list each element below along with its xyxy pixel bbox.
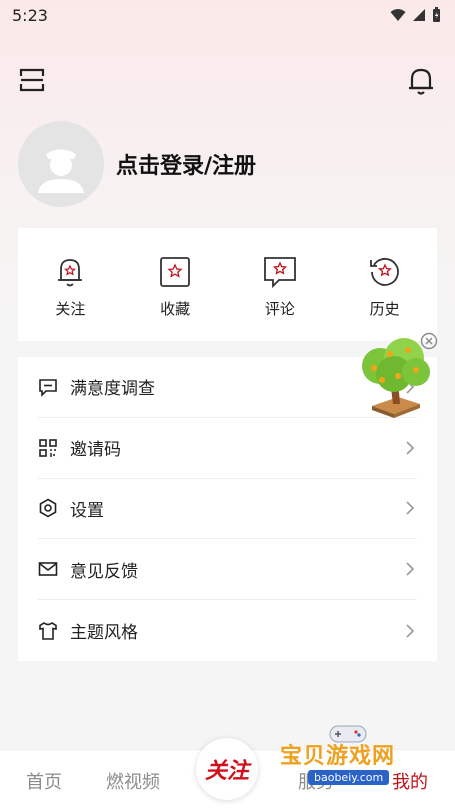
watermark-title: 宝贝游戏网 [280, 744, 396, 769]
menu-label-survey: 满意度调查 [70, 379, 155, 400]
wifi-icon [390, 9, 406, 21]
chevron-right-icon [406, 441, 415, 455]
avatar[interactable] [18, 121, 104, 207]
nav-center-label: 关注 [204, 758, 249, 784]
chevron-right-icon [406, 624, 415, 638]
status-icons [390, 7, 441, 23]
notification-button[interactable] [407, 66, 435, 96]
watermark: 宝贝游戏网 baobeiy.com [280, 722, 430, 802]
profile-header[interactable]: 点击登录/注册 [18, 120, 437, 208]
login-register-link[interactable]: 点击登录/注册 [116, 148, 256, 180]
close-icon [420, 332, 438, 350]
nav-video[interactable]: 燃视频 [106, 768, 160, 794]
scan-icon [19, 68, 45, 92]
menu-label-feedback: 意见反馈 [70, 561, 138, 582]
menu-label-theme: 主题风格 [70, 623, 138, 644]
grid-code-icon [38, 438, 58, 458]
quick-item-history[interactable]: 历史 [332, 228, 437, 341]
survey-chat-icon [38, 377, 58, 397]
bell-badge-icon [52, 254, 88, 290]
status-bar: 5:23 [0, 0, 455, 32]
menu-item-invite-code[interactable]: 邀请码 [38, 418, 417, 479]
nav-center-follow[interactable]: 关注 [196, 738, 258, 800]
bell-icon [409, 68, 433, 95]
menu-item-settings[interactable]: 设置 [38, 479, 417, 540]
menu-label-invite-code: 邀请码 [70, 440, 121, 461]
top-bar [0, 64, 455, 100]
quick-item-comments[interactable]: 评论 [228, 228, 333, 341]
default-avatar-icon [38, 149, 84, 193]
menu-label-settings: 设置 [70, 500, 104, 521]
star-comment-icon [262, 254, 298, 290]
shirt-icon [38, 621, 58, 641]
watermark-url: baobeiy.com [308, 770, 390, 785]
quick-label-history: 历史 [369, 300, 400, 318]
chevron-right-icon [406, 562, 415, 576]
close-widget-button[interactable] [420, 332, 438, 350]
mail-icon [38, 559, 58, 579]
quick-label-favorites: 收藏 [160, 300, 191, 318]
battery-icon [433, 7, 440, 22]
quick-label-comments: 评论 [264, 300, 295, 318]
chevron-right-icon [406, 501, 415, 516]
signal-icon [413, 9, 425, 21]
settings-hex-icon [38, 498, 58, 518]
quick-item-follow[interactable]: 关注 [18, 228, 123, 341]
history-star-icon [367, 254, 403, 290]
quick-label-follow: 关注 [55, 300, 86, 318]
quick-item-favorites[interactable]: 收藏 [123, 228, 228, 341]
nav-home[interactable]: 首页 [26, 768, 62, 794]
scan-button[interactable] [18, 66, 46, 94]
menu-item-theme[interactable]: 主题风格 [38, 600, 417, 661]
quick-actions-card: 关注 收藏 评论 历史 [18, 228, 437, 341]
status-time: 5:23 [12, 6, 48, 25]
star-box-icon [157, 254, 193, 290]
menu-item-feedback[interactable]: 意见反馈 [38, 539, 417, 601]
